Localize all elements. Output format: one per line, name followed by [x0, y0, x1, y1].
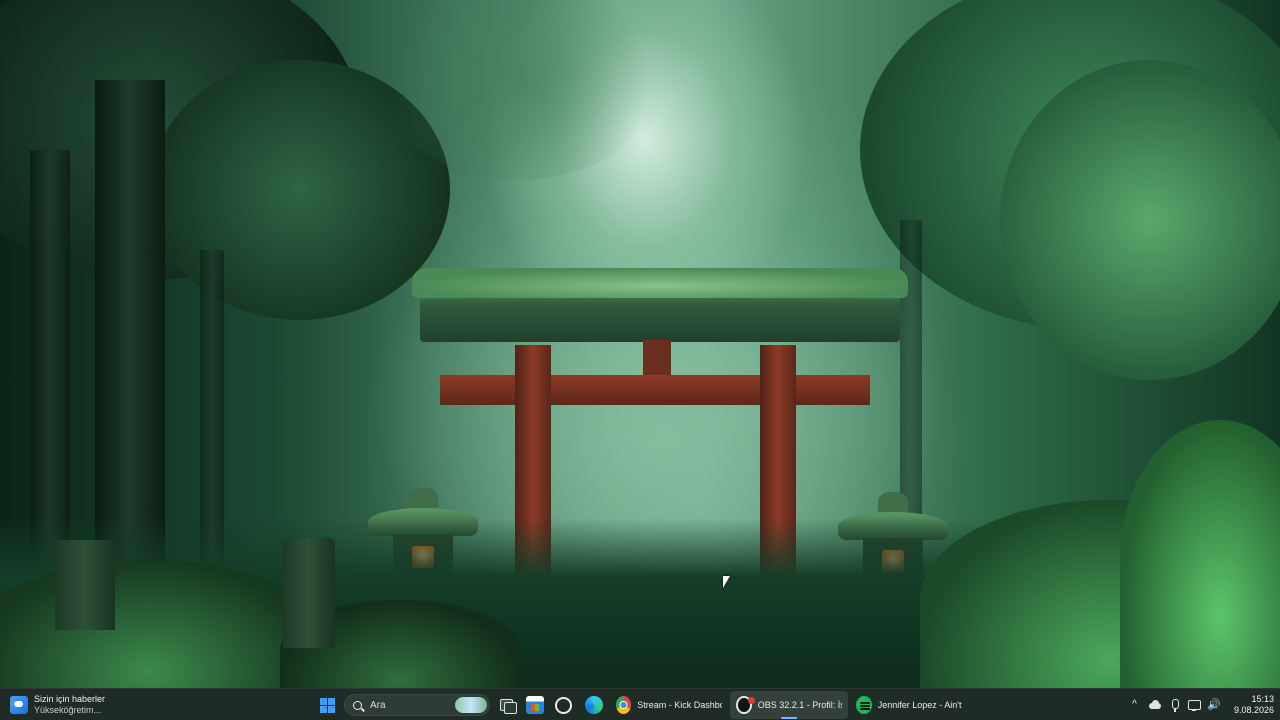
mouse-cursor	[723, 576, 730, 588]
clock-date: 9.08.2026	[1233, 705, 1274, 715]
clock-time: 15:13	[1251, 694, 1274, 704]
chatgpt-icon	[555, 696, 572, 714]
desktop-wallpaper	[0, 0, 1280, 688]
network-icon[interactable]	[1187, 698, 1202, 712]
taskbar: Sizin için haberler Yükseköğretim... Ara…	[0, 688, 1280, 720]
volume-icon[interactable]: 🔊	[1207, 698, 1221, 712]
store-icon	[526, 696, 544, 714]
torii-center-strut	[643, 340, 671, 380]
taskbar-app-chrome[interactable]: Stream - Kick Dashboard	[610, 689, 728, 720]
news-widget-title: Sizin için haberler	[34, 694, 106, 704]
start-button[interactable]	[318, 689, 336, 720]
search-highlight-icon	[455, 697, 487, 713]
taskbar-app-label: Stream - Kick Dashboard	[637, 700, 722, 710]
edge-button[interactable]	[585, 689, 603, 720]
taskbar-app-obs[interactable]: OBS 32.2.1 - Profil: İsims	[730, 691, 848, 719]
stone-post	[55, 540, 115, 630]
edge-icon	[585, 696, 603, 714]
chatgpt-button[interactable]	[555, 689, 572, 720]
recording-indicator	[748, 697, 755, 704]
microsoft-store-button[interactable]	[526, 689, 544, 720]
taskbar-app-label: OBS 32.2.1 - Profil: İsims	[757, 700, 842, 710]
system-tray: ^ 🔊	[1128, 689, 1228, 720]
search-icon	[353, 700, 362, 710]
chrome-icon	[616, 696, 632, 714]
search-box[interactable]: Ara	[344, 694, 490, 716]
torii-moss	[412, 268, 908, 298]
torii-cross-beam	[440, 375, 870, 405]
search-placeholder: Ara	[370, 699, 386, 711]
spotify-icon	[856, 696, 872, 714]
clock[interactable]: 15:13 9.08.2026	[1228, 689, 1274, 720]
news-widget[interactable]: Sizin için haberler Yükseköğretim...	[10, 689, 150, 720]
weather-news-icon	[10, 696, 28, 714]
taskbar-app-label: Jennifer Lopez - Ain't Yo	[877, 700, 962, 710]
taskbar-app-spotify[interactable]: Jennifer Lopez - Ain't Yo	[850, 689, 968, 720]
windows-logo-icon	[319, 697, 335, 713]
task-view-button[interactable]	[498, 689, 517, 720]
microphone-icon[interactable]	[1168, 698, 1181, 712]
stone-post	[283, 538, 335, 648]
task-view-icon	[498, 696, 517, 714]
cloud-icon[interactable]	[1148, 698, 1161, 712]
chevron-up-icon[interactable]: ^	[1128, 698, 1141, 712]
news-widget-subtitle: Yükseköğretim...	[34, 705, 102, 715]
